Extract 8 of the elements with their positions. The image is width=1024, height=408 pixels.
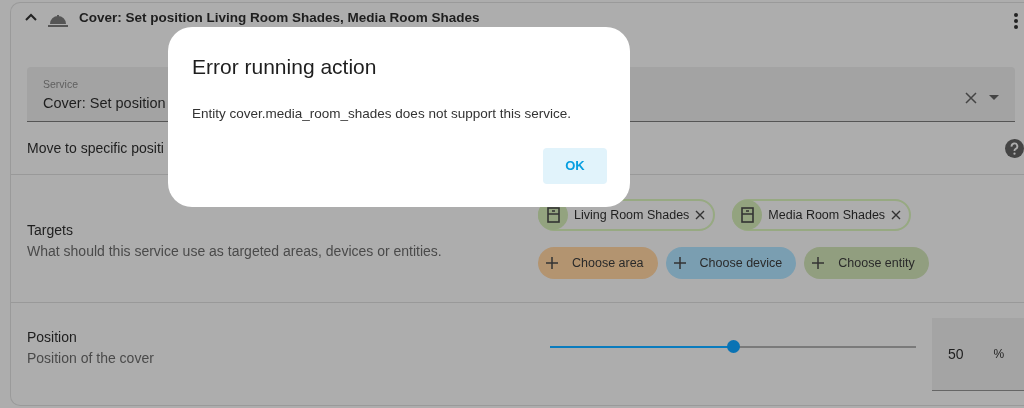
position-description: Position of the cover xyxy=(27,349,155,368)
position-label: Position xyxy=(27,328,78,347)
dialog-title: Error running action xyxy=(192,54,378,80)
dialog-message: Entity cover.media_room_shades does not support this service. xyxy=(192,104,572,123)
targets-description: What should this service use as targeted areas, devices or entities. xyxy=(27,242,443,261)
targets-label: Targets xyxy=(27,221,74,240)
action-title: Cover: Set position Living Room Shades, Media Room Shades xyxy=(79,11,480,27)
service-description: Move to specific positi xyxy=(27,138,164,158)
